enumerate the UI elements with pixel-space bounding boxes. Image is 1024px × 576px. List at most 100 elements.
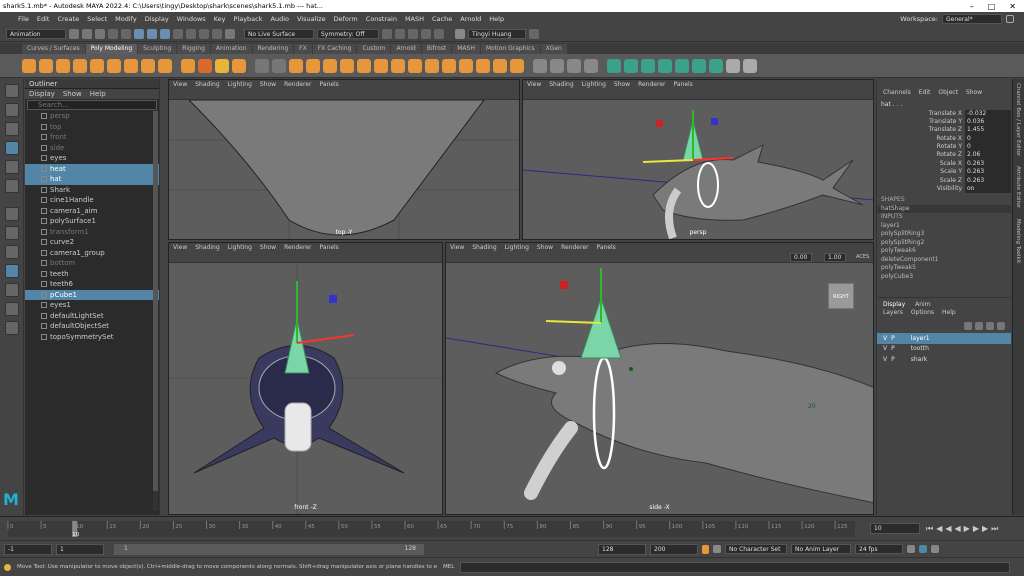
menu-arnold[interactable]: Arnold bbox=[460, 15, 481, 23]
vp-persp-panels[interactable]: Panels bbox=[673, 80, 692, 90]
poly-cone-icon[interactable] bbox=[73, 58, 87, 73]
channel-row[interactable]: Rotate Z 2.06 bbox=[877, 151, 1011, 160]
channelbox-menu-object[interactable]: Object bbox=[938, 89, 958, 101]
user-account-icon[interactable] bbox=[455, 28, 465, 39]
uv-unfold-icon[interactable] bbox=[675, 58, 689, 73]
menu-mash[interactable]: MASH bbox=[405, 15, 424, 23]
poly-sphere-icon[interactable] bbox=[22, 58, 36, 73]
tab-attribute-editor[interactable]: Attribute Editor bbox=[1015, 166, 1021, 208]
uv-layout-icon[interactable] bbox=[692, 58, 706, 73]
poly-disc-icon[interactable] bbox=[124, 58, 138, 73]
viewport-persp[interactable]: View Shading Lighting Show Renderer Pane… bbox=[522, 79, 874, 240]
layer-name[interactable]: shark bbox=[911, 356, 928, 363]
user-dropdown[interactable]: Tingyi Huang bbox=[468, 28, 526, 39]
shelf-tab-arnold[interactable]: Arnold bbox=[391, 44, 421, 54]
outliner-item[interactable]: camera1_group bbox=[25, 248, 159, 259]
input-node[interactable]: polyCube3 bbox=[877, 273, 1011, 282]
super-shape-icon[interactable] bbox=[181, 58, 195, 73]
channel-value[interactable]: 0 bbox=[965, 134, 1011, 144]
input-node[interactable]: layer1 bbox=[877, 222, 1011, 231]
retopo-icon[interactable] bbox=[357, 58, 371, 73]
vp-front-show[interactable]: Show bbox=[260, 243, 276, 253]
layer-menu-layers[interactable]: Layers bbox=[883, 309, 903, 319]
step-back-key-icon[interactable]: ◀ bbox=[936, 524, 942, 534]
play-forward-icon[interactable]: ▶ bbox=[964, 524, 970, 534]
uv-cut-icon[interactable] bbox=[709, 58, 723, 73]
outliner-item[interactable]: pCube1 bbox=[25, 289, 159, 300]
layer-p-toggle[interactable]: P bbox=[891, 345, 895, 352]
layer-v-toggle[interactable]: V bbox=[883, 335, 887, 342]
outliner-menu-display[interactable]: Display bbox=[29, 89, 55, 99]
viewcube-right[interactable]: RIGHT bbox=[828, 283, 854, 309]
menu-create[interactable]: Create bbox=[57, 15, 79, 23]
menu-file[interactable]: File bbox=[18, 15, 29, 23]
poly-torus-icon[interactable] bbox=[90, 58, 104, 73]
append-icon[interactable] bbox=[425, 58, 439, 73]
vp-side-show[interactable]: Show bbox=[537, 243, 553, 253]
scale-tool-icon[interactable] bbox=[4, 179, 19, 193]
auto-key-icon[interactable] bbox=[702, 544, 709, 554]
shelf-tab-fx-caching[interactable]: FX Caching bbox=[312, 44, 357, 54]
shelf-tab-bifrost[interactable]: Bifrost bbox=[421, 44, 452, 54]
vp-side-shading[interactable]: Shading bbox=[472, 243, 496, 253]
snap-grid-icon[interactable] bbox=[173, 28, 183, 39]
viewport-side[interactable]: View Shading Lighting Show Renderer Pane… bbox=[445, 242, 874, 515]
vp-front-panels[interactable]: Panels bbox=[319, 243, 338, 253]
viewport-top[interactable]: View Shading Lighting Show Renderer Pane… bbox=[168, 79, 520, 240]
tab-channel-box[interactable]: Channel Box / Layer Editor bbox=[1015, 83, 1021, 156]
menu-audio[interactable]: Audio bbox=[271, 15, 289, 23]
input-node[interactable]: polySplitRing3 bbox=[877, 230, 1011, 239]
vp-top-show[interactable]: Show bbox=[260, 80, 276, 90]
shelf-tab-animation[interactable]: Animation bbox=[210, 44, 252, 54]
channel-value[interactable]: 0.036 bbox=[965, 117, 1011, 127]
outliner-item[interactable]: front bbox=[25, 132, 159, 143]
layer-row[interactable]: V Pshark bbox=[877, 354, 1011, 365]
svg-icon[interactable] bbox=[232, 58, 246, 73]
menu-deform[interactable]: Deform bbox=[334, 15, 358, 23]
mel-label[interactable]: MEL bbox=[443, 564, 454, 570]
channel-value[interactable]: 0 bbox=[965, 143, 1011, 152]
channel-value[interactable]: 0.263 bbox=[965, 159, 1011, 169]
range-slider[interactable]: 1 128 bbox=[114, 543, 424, 555]
snap-point-icon[interactable] bbox=[199, 28, 209, 39]
lasso-tool-icon[interactable] bbox=[4, 103, 19, 117]
vp-side-view[interactable]: View bbox=[450, 243, 464, 253]
channel-row[interactable]: Rotate Y0 bbox=[877, 143, 1011, 152]
make-live-shelf-icon[interactable] bbox=[550, 58, 564, 73]
shelf-tab-sculpting[interactable]: Sculpting bbox=[138, 44, 177, 54]
shelf-tab-rigging[interactable]: Rigging bbox=[177, 44, 210, 54]
workspace-dropdown[interactable]: General* bbox=[942, 14, 1002, 24]
snap-surface-icon[interactable] bbox=[212, 28, 222, 39]
remesh-icon[interactable] bbox=[340, 58, 354, 73]
playback-start-field[interactable]: 1 bbox=[56, 543, 104, 555]
play-backward-icon[interactable]: ◀ bbox=[955, 524, 961, 534]
combine-icon[interactable] bbox=[255, 58, 269, 73]
menu-constrain[interactable]: Constrain bbox=[366, 15, 397, 23]
layer-p-toggle[interactable]: P bbox=[891, 335, 895, 342]
outliner-scrollbar[interactable] bbox=[153, 111, 158, 511]
menu-key[interactable]: Key bbox=[214, 15, 226, 23]
channel-row[interactable]: Visibility on bbox=[877, 185, 1011, 194]
close-icon[interactable]: ✕ bbox=[1009, 2, 1016, 11]
uv-automatic-icon[interactable] bbox=[658, 58, 672, 73]
bridge-icon[interactable] bbox=[391, 58, 405, 73]
outliner-item[interactable]: teeth6 bbox=[25, 279, 159, 290]
vp-persp-renderer[interactable]: Renderer bbox=[638, 80, 665, 90]
channel-row[interactable]: Translate Z 1.455 bbox=[877, 126, 1011, 135]
select-component-icon[interactable] bbox=[160, 28, 170, 39]
separate-icon[interactable] bbox=[272, 58, 286, 73]
layer-tab-display[interactable]: Display bbox=[883, 301, 905, 309]
layout-graph-icon[interactable] bbox=[4, 302, 19, 316]
uv-spherical-icon[interactable] bbox=[641, 58, 655, 73]
paint-select-icon[interactable] bbox=[4, 122, 19, 136]
new-layer-selected-icon[interactable] bbox=[997, 322, 1005, 330]
layer-name[interactable]: tootth bbox=[911, 345, 929, 352]
playback-end-field[interactable]: 128 bbox=[598, 543, 646, 555]
boolean-icon[interactable] bbox=[306, 58, 320, 73]
hypershade-icon[interactable] bbox=[421, 28, 431, 39]
layer-v-toggle[interactable]: V bbox=[883, 345, 887, 352]
layer-row[interactable]: V Player1 bbox=[877, 333, 1011, 344]
outliner-item[interactable]: teeth bbox=[25, 269, 159, 280]
vp-front-shading[interactable]: Shading bbox=[195, 243, 219, 253]
channel-value[interactable]: -0.032 bbox=[965, 109, 1011, 118]
